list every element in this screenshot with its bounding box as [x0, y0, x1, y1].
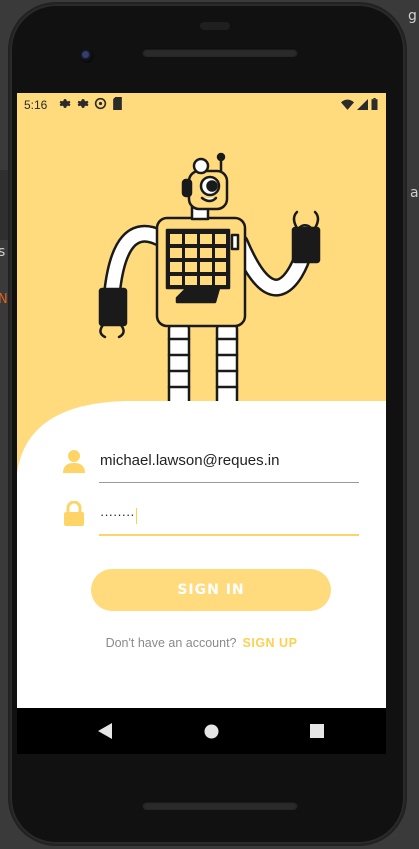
background-glyph: a [410, 185, 419, 201]
background-glyph: s [0, 244, 6, 260]
robot-right-arm [231, 210, 321, 297]
top-speaker [142, 48, 298, 57]
user-icon [63, 450, 85, 473]
robot-head [181, 152, 229, 221]
robot-left-arm [98, 224, 169, 339]
background-glyph: N [0, 292, 8, 307]
earpiece [200, 22, 230, 30]
email-field[interactable]: michael.lawson@reques.in [100, 452, 279, 469]
background-glyph: g [408, 8, 417, 24]
text-cursor [135, 507, 138, 524]
recents-icon [310, 724, 324, 738]
nav-home-button[interactable] [199, 708, 223, 754]
robot-illustration [98, 152, 321, 427]
navigation-bar [17, 708, 386, 754]
password-underline [99, 534, 359, 536]
back-icon [98, 723, 112, 739]
signup-row: Don't have an account? SIGN UP [17, 636, 386, 650]
signup-prompt: Don't have an account? [105, 636, 237, 650]
app-screen: 5:16 michael.lawson@reques.in ········ S… [17, 93, 386, 708]
sign-in-button[interactable]: SIGN IN [91, 569, 331, 611]
robot-body [155, 216, 247, 328]
form-background [17, 401, 386, 708]
front-camera [80, 49, 94, 63]
password-value: ········ [100, 507, 135, 522]
password-field[interactable]: ········ [100, 507, 138, 524]
nav-back-button[interactable] [93, 708, 117, 754]
lock-icon [64, 501, 84, 526]
nav-recents-button[interactable] [305, 708, 329, 754]
bottom-speaker [142, 801, 298, 810]
email-underline [99, 482, 359, 483]
home-icon [204, 724, 218, 738]
sign-up-link[interactable]: SIGN UP [243, 636, 298, 650]
